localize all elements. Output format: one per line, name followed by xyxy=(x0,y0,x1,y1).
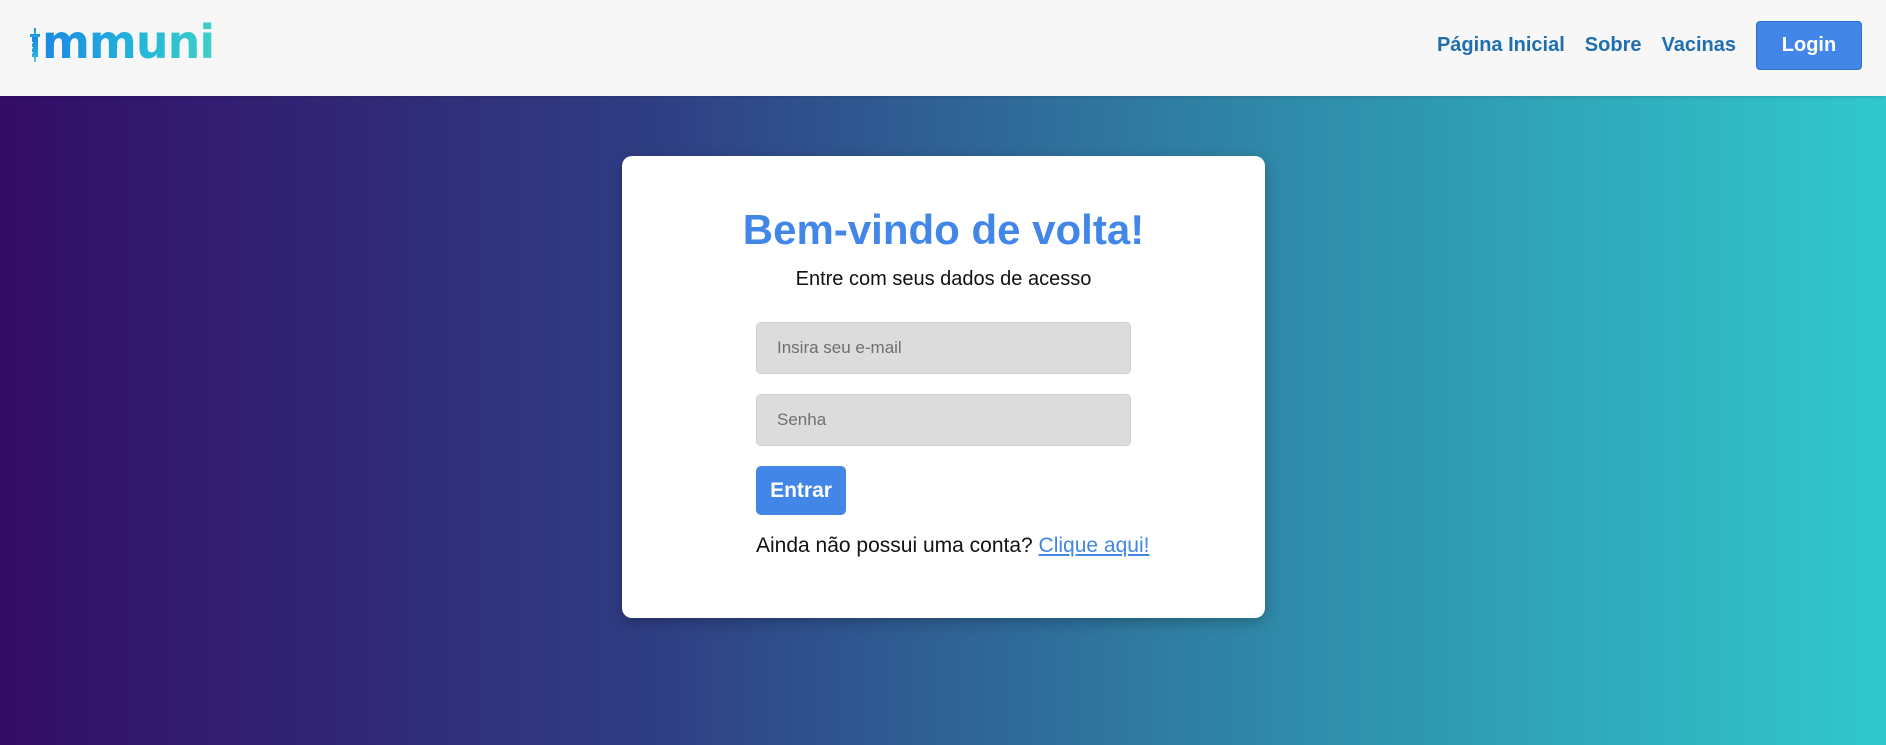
signup-link[interactable]: Clique aqui! xyxy=(1039,534,1150,557)
password-input[interactable] xyxy=(756,394,1131,446)
login-subtitle: Entre com seus dados de acesso xyxy=(795,268,1092,290)
submit-button[interactable]: Entrar xyxy=(756,466,846,515)
main-nav: Página Inicial Sobre Vacinas Login xyxy=(1437,21,1862,70)
nav-link-vaccines[interactable]: Vacinas xyxy=(1661,34,1736,57)
email-input[interactable] xyxy=(756,322,1131,374)
signup-prompt: Ainda não possui uma conta? xyxy=(756,534,1033,557)
logo-wordmark: mmuni xyxy=(42,15,215,69)
signup-row: Ainda não possui uma conta? Clique aqui! xyxy=(756,534,1149,558)
immuni-logo[interactable]: mmuni xyxy=(29,15,215,69)
top-navbar: mmuni Página Inicial Sobre Vacinas Login xyxy=(0,0,1886,96)
login-card: Bem-vindo de volta! Entre com seus dados… xyxy=(622,156,1265,618)
nav-link-about[interactable]: Sobre xyxy=(1585,34,1642,57)
syringe-icon xyxy=(30,28,40,62)
login-button[interactable]: Login xyxy=(1756,21,1862,70)
welcome-title: Bem-vindo de volta! xyxy=(742,206,1145,253)
nav-link-home[interactable]: Página Inicial xyxy=(1437,34,1565,57)
